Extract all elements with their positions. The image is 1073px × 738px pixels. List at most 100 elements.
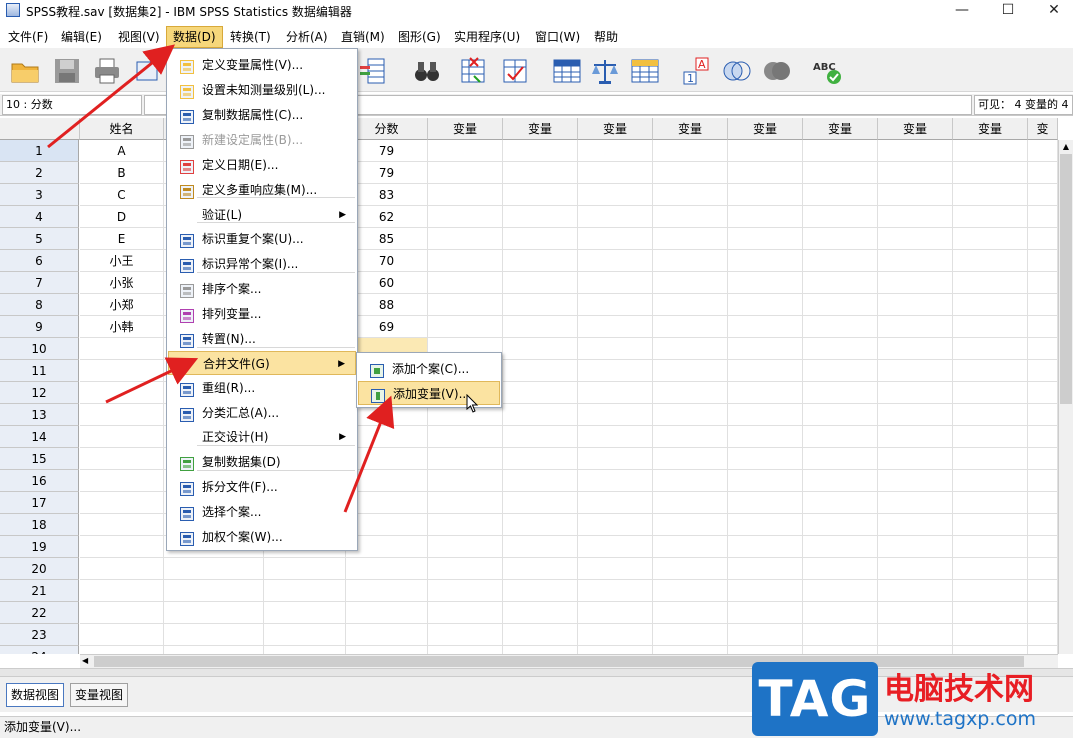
table-cell[interactable]: [878, 294, 953, 316]
table-cell[interactable]: [1028, 470, 1058, 492]
table-cell[interactable]: [428, 492, 503, 514]
table-cell[interactable]: [578, 602, 653, 624]
table-cell[interactable]: [953, 470, 1028, 492]
table-cell[interactable]: [728, 272, 803, 294]
table-cell[interactable]: [878, 602, 953, 624]
table-cell[interactable]: [164, 558, 264, 580]
table-cell[interactable]: [578, 580, 653, 602]
table-cell[interactable]: [653, 250, 728, 272]
table-cell[interactable]: [1028, 206, 1058, 228]
table-cell[interactable]: [728, 602, 803, 624]
table-cell[interactable]: [653, 558, 728, 580]
table-cell[interactable]: [803, 580, 878, 602]
table-cell[interactable]: [953, 140, 1028, 162]
table-cell[interactable]: [653, 602, 728, 624]
table-cell[interactable]: [953, 492, 1028, 514]
table-cell[interactable]: [1028, 646, 1058, 654]
table-cell[interactable]: [878, 426, 953, 448]
table-cell[interactable]: [653, 184, 728, 206]
table-cell[interactable]: [803, 140, 878, 162]
table-cell[interactable]: [1028, 140, 1058, 162]
table-cell[interactable]: [428, 184, 503, 206]
table-cell[interactable]: [1028, 514, 1058, 536]
row-header[interactable]: 18: [0, 514, 79, 536]
table-cell[interactable]: [1028, 250, 1058, 272]
menu-graphs[interactable]: 图形(G): [392, 26, 447, 48]
table-cell[interactable]: [503, 228, 578, 250]
table-cell[interactable]: [728, 316, 803, 338]
row-header[interactable]: 12: [0, 382, 79, 404]
table-cell[interactable]: [653, 382, 728, 404]
table-cell[interactable]: [80, 338, 164, 360]
table-cell[interactable]: [878, 184, 953, 206]
table-cell[interactable]: [803, 184, 878, 206]
table-cell[interactable]: [803, 470, 878, 492]
table-cell[interactable]: [503, 536, 578, 558]
table-cell[interactable]: [878, 250, 953, 272]
table-cell[interactable]: [1028, 338, 1058, 360]
row-header[interactable]: 23: [0, 624, 79, 646]
table-cell[interactable]: [428, 426, 503, 448]
table-cell[interactable]: [728, 448, 803, 470]
row-header[interactable]: 19: [0, 536, 79, 558]
table-cell[interactable]: [578, 558, 653, 580]
menu-item-14[interactable]: 重组(R)...: [168, 376, 356, 400]
table-cell[interactable]: 83: [346, 184, 428, 206]
table-cell[interactable]: [346, 646, 428, 654]
table-cell[interactable]: [428, 162, 503, 184]
table-cell[interactable]: [503, 492, 578, 514]
table-cell[interactable]: [878, 206, 953, 228]
table-cell[interactable]: [164, 624, 264, 646]
table-cell[interactable]: [264, 580, 346, 602]
table-cell[interactable]: [428, 558, 503, 580]
table-cell[interactable]: [428, 294, 503, 316]
table-cell[interactable]: 62: [346, 206, 428, 228]
table-cell[interactable]: [503, 580, 578, 602]
table-cell[interactable]: [728, 360, 803, 382]
table-cell[interactable]: [803, 338, 878, 360]
table-cell[interactable]: [428, 580, 503, 602]
table-cell[interactable]: [953, 602, 1028, 624]
menu-direct-marketing[interactable]: 直销(M): [335, 26, 391, 48]
table-cell[interactable]: [428, 140, 503, 162]
column-header[interactable]: 变量: [578, 118, 653, 140]
table-cell[interactable]: [578, 184, 653, 206]
table-cell[interactable]: [346, 514, 428, 536]
table-cell[interactable]: [578, 162, 653, 184]
table-cell[interactable]: [728, 404, 803, 426]
table-cell[interactable]: [803, 360, 878, 382]
menu-view[interactable]: 视图(V): [112, 26, 166, 48]
menu-item-5[interactable]: 定义日期(E)...: [168, 153, 356, 177]
table-cell[interactable]: [728, 228, 803, 250]
row-header[interactable]: 7: [0, 272, 79, 294]
table-cell[interactable]: [728, 382, 803, 404]
menu-item-13[interactable]: 合并文件(G) ▶: [168, 351, 356, 375]
table-cell[interactable]: [953, 558, 1028, 580]
table-cell[interactable]: [953, 404, 1028, 426]
table-cell[interactable]: [428, 206, 503, 228]
table-cell[interactable]: [428, 272, 503, 294]
table-cell[interactable]: [1028, 492, 1058, 514]
table-cell[interactable]: [728, 646, 803, 654]
table-cell[interactable]: [1028, 624, 1058, 646]
table-cell[interactable]: [503, 250, 578, 272]
table-cell[interactable]: 69: [346, 316, 428, 338]
column-header[interactable]: 变: [1028, 118, 1058, 140]
table-cell[interactable]: [653, 228, 728, 250]
split-file-icon[interactable]: [552, 56, 582, 86]
table-cell[interactable]: [1028, 162, 1058, 184]
table-cell[interactable]: [953, 580, 1028, 602]
table-cell[interactable]: [803, 294, 878, 316]
table-cell[interactable]: [578, 250, 653, 272]
weight-cases-scale-icon[interactable]: [590, 56, 620, 86]
table-cell[interactable]: [1028, 294, 1058, 316]
table-cell[interactable]: [653, 536, 728, 558]
table-cell[interactable]: 小郑: [80, 294, 164, 316]
column-header[interactable]: 变量: [503, 118, 578, 140]
print-icon[interactable]: [92, 56, 122, 86]
menu-item-1[interactable]: 定义变量属性(V)...: [168, 53, 356, 77]
menu-item-11[interactable]: 排列变量...: [168, 302, 356, 326]
row-header[interactable]: 4: [0, 206, 79, 228]
menu-item-9[interactable]: 标识异常个案(I)...: [168, 252, 356, 276]
table-cell[interactable]: [503, 646, 578, 654]
